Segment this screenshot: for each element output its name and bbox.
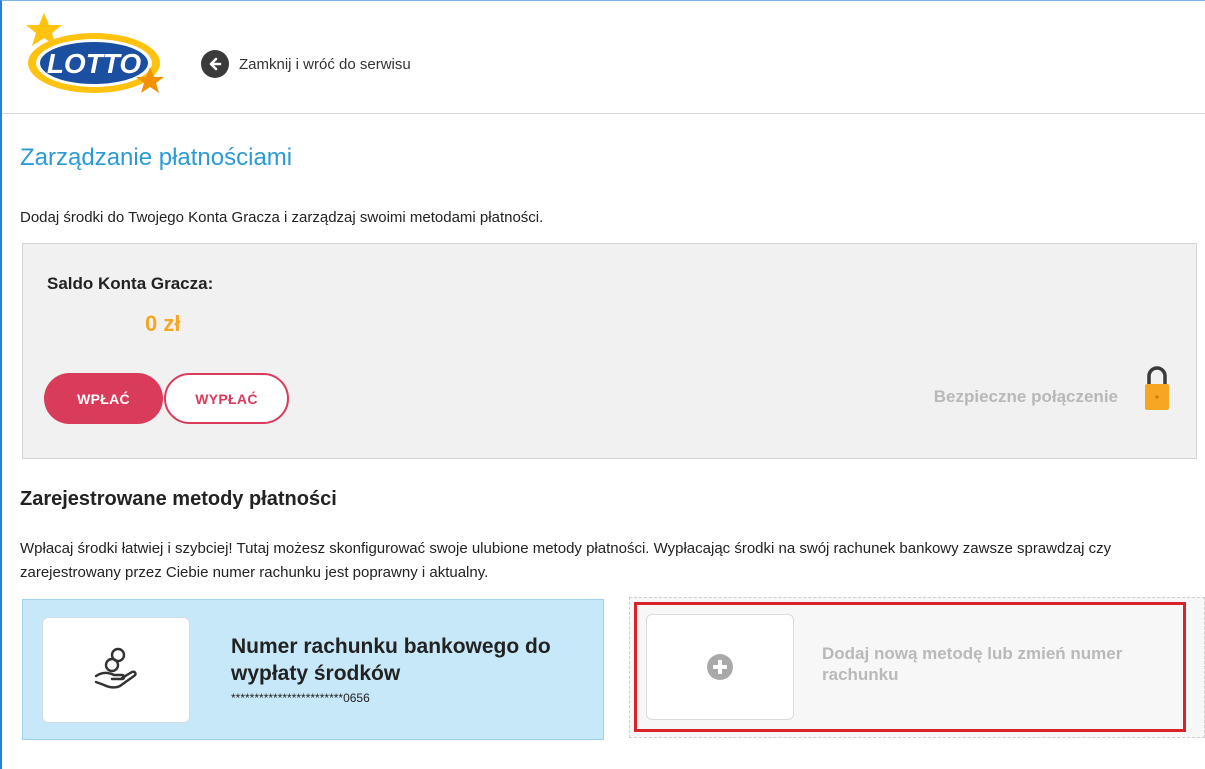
lotto-logo[interactable]: LOTTO — [22, 11, 172, 96]
bank-card-title: Numer rachunku bankowego do wypłaty środ… — [231, 635, 551, 685]
padlock-icon — [1145, 366, 1169, 410]
bank-icon-box — [42, 617, 190, 723]
section-title: Zarejestrowane metody płatności — [20, 488, 337, 510]
header: LOTTO Zamknij i wróć do serwisu — [2, 1, 1205, 114]
page-title: Zarządzanie płatnościami — [20, 144, 293, 171]
back-label: Zamknij i wróć do serwisu — [239, 55, 411, 73]
add-method-button[interactable] — [646, 614, 794, 720]
arrow-left-icon — [201, 50, 229, 78]
add-method-label: Dodaj nową metodę lub zmień numer rachun… — [822, 644, 1123, 684]
deposit-button[interactable]: WPŁAĆ — [44, 373, 163, 424]
plus-circle-icon — [707, 654, 733, 680]
back-to-service-link[interactable]: Zamknij i wróć do serwisu — [201, 50, 411, 78]
withdraw-button[interactable]: WYPŁAĆ — [164, 373, 289, 424]
balance-panel: Saldo Konta Gracza: 0 zł WPŁAĆ WYPŁAĆ Be… — [22, 243, 1197, 459]
hand-coins-icon — [94, 647, 137, 689]
intro-text: Dodaj środki do Twojego Konta Gracza i z… — [20, 209, 544, 226]
add-method-card[interactable]: Dodaj nową metodę lub zmień numer rachun… — [629, 597, 1205, 738]
methods-description: Wpłacaj środki łatwiej i szybciej! Tutaj… — [20, 540, 1112, 581]
logo-text: LOTTO — [47, 48, 142, 79]
balance-value: 0 zł — [145, 311, 181, 336]
bank-account-number: ************************0656 — [231, 691, 370, 705]
secure-connection-label: Bezpieczne połączenie — [933, 387, 1118, 406]
bank-account-card[interactable]: Numer rachunku bankowego do wypłaty środ… — [22, 599, 604, 740]
balance-label: Saldo Konta Gracza: — [47, 274, 214, 293]
